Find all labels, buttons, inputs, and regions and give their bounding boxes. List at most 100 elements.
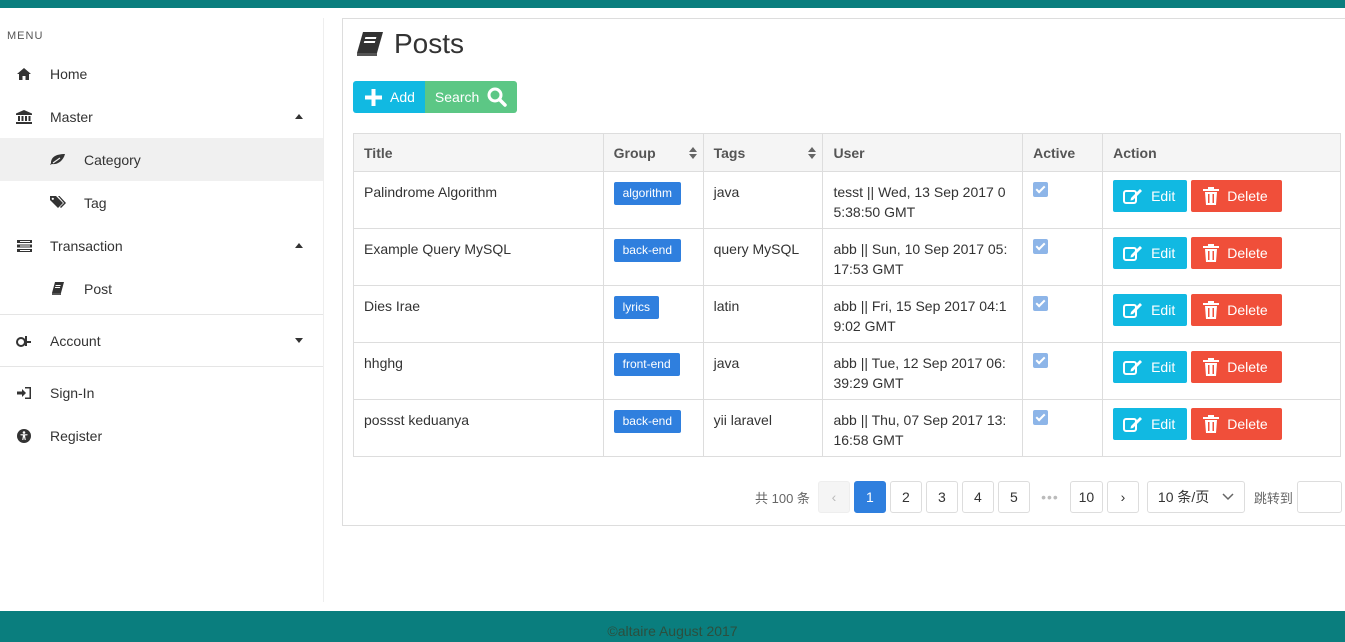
table-header-row: Title Group Tags User Active Action (353, 133, 1341, 172)
posts-panel: Posts Add Search Title Group Tags User A… (342, 18, 1345, 526)
column-header-label: Action (1113, 144, 1157, 161)
table-row: Example Query MySQL back-end query MySQL ab… (353, 228, 1341, 286)
cell-group: algorithm (602, 171, 704, 229)
cell-action: Edit Delete (1102, 171, 1341, 229)
delete-button[interactable]: Delete (1191, 180, 1282, 212)
sidebar-item-label: Category (84, 151, 141, 168)
edit-button[interactable]: Edit (1113, 180, 1188, 212)
sidebar-item-post[interactable]: Post (0, 267, 323, 310)
column-header-label: Title (364, 144, 393, 161)
cell-active (1022, 342, 1104, 400)
cell-action: Edit Delete (1102, 342, 1341, 400)
page-size-select[interactable]: 10 条/页 (1146, 481, 1245, 513)
cell-tags: java (702, 342, 824, 400)
table-row: Dies Irae lyrics latin abb || Fri, 15 Sep 2… (353, 285, 1341, 343)
post-title: possst keduanya (364, 412, 470, 428)
delete-button[interactable]: Delete (1191, 294, 1282, 326)
sidebar-item-tag[interactable]: Tag (0, 181, 323, 224)
active-checkbox[interactable] (1033, 296, 1049, 311)
page-button-10[interactable]: 10 (1069, 481, 1103, 513)
sidebar-item-label: Post (84, 280, 113, 297)
sidebar-item-label: Account (50, 332, 101, 349)
sidebar-item-category[interactable]: Category (0, 138, 323, 181)
active-checkbox[interactable] (1033, 182, 1049, 197)
cell-tags: java (702, 171, 824, 229)
jump-page-input[interactable] (1296, 481, 1342, 513)
sort-icon[interactable] (808, 147, 817, 159)
post-title: hhghg (364, 355, 403, 371)
column-header-group[interactable]: Group (602, 133, 704, 172)
sidebar-item-transaction[interactable]: Transaction (0, 224, 323, 267)
cell-group: front-end (602, 342, 704, 400)
active-checkbox[interactable] (1033, 353, 1049, 368)
delete-button[interactable]: Delete (1191, 351, 1282, 383)
page-button-3[interactable]: 3 (925, 481, 958, 513)
sidebar-item-label: Home (50, 65, 88, 82)
column-header-label: Group (613, 144, 656, 161)
edit-button[interactable]: Edit (1113, 294, 1188, 326)
delete-button[interactable]: Delete (1191, 237, 1282, 269)
pagination: 共 100 条 ‹ 1 2 3 4 5 ••• 10 › 10 条/页 跳转到 (755, 481, 1342, 513)
trash-icon (1203, 415, 1220, 433)
divider (0, 366, 323, 367)
post-user: abb || Sun, 10 Sep 2017 05:17:53 GMT (833, 241, 1008, 277)
post-user: abb || Fri, 15 Sep 2017 04:19:02 GMT (833, 298, 1007, 334)
sidebar-item-home[interactable]: Home (0, 52, 323, 95)
delete-button-label: Delete (1227, 245, 1268, 261)
column-header-tags[interactable]: Tags (702, 133, 824, 172)
account-icon (16, 333, 32, 349)
caret-down-icon (295, 338, 303, 343)
add-button-label: Add (390, 89, 415, 105)
edit-button[interactable]: Edit (1113, 351, 1188, 383)
page-button-1[interactable]: 1 (853, 481, 886, 513)
bank-icon (16, 109, 32, 125)
prev-page-button[interactable]: ‹ (817, 481, 850, 513)
edit-button[interactable]: Edit (1113, 408, 1188, 440)
trash-icon (1203, 244, 1220, 262)
active-checkbox[interactable] (1033, 239, 1049, 254)
post-tags: latin (713, 298, 740, 314)
caret-up-icon (295, 114, 303, 119)
cell-active (1022, 228, 1104, 286)
column-header-action: Action (1102, 133, 1341, 172)
sidebar-item-register[interactable]: Register (0, 414, 323, 457)
sidebar-item-sign-in[interactable]: Sign-In (0, 371, 323, 414)
edit-button-label: Edit (1151, 416, 1176, 432)
home-icon (16, 66, 32, 82)
post-tags: java (713, 184, 740, 200)
top-bar (0, 0, 1345, 8)
pagination-ellipsis[interactable]: ••• (1033, 481, 1066, 513)
cell-active (1022, 285, 1104, 343)
caret-up-icon (295, 243, 303, 248)
pagination-total: 共 100 条 (755, 490, 810, 506)
delete-button-label: Delete (1227, 416, 1268, 432)
footer: ©altaire August 2017 (0, 611, 1345, 642)
delete-button[interactable]: Delete (1191, 408, 1282, 440)
page-button-5[interactable]: 5 (997, 481, 1030, 513)
table-row: possst keduanya back-end yii laravel abb ||… (353, 399, 1341, 457)
search-button[interactable]: Search (424, 81, 518, 113)
post-title: Palindrome Algorithm (364, 184, 498, 200)
page-button-2[interactable]: 2 (889, 481, 922, 513)
next-page-button[interactable]: › (1106, 481, 1139, 513)
page-button-4[interactable]: 4 (961, 481, 994, 513)
sort-icon[interactable] (688, 147, 697, 159)
cell-active (1022, 399, 1104, 457)
search-icon (487, 87, 508, 107)
column-header-active[interactable]: Active (1022, 133, 1104, 172)
sidebar-item-account[interactable]: Account (0, 319, 323, 362)
sidebar-item-label: Tag (84, 194, 107, 211)
group-badge: back-end (613, 410, 681, 433)
sidebar-item-master[interactable]: Master (0, 95, 323, 138)
edit-button-label: Edit (1151, 302, 1176, 318)
add-button[interactable]: Add (353, 81, 425, 113)
chevron-down-icon (1222, 493, 1234, 501)
edit-button[interactable]: Edit (1113, 237, 1188, 269)
cell-title: hhghg (353, 342, 604, 400)
active-checkbox[interactable] (1033, 410, 1049, 425)
group-badge: front-end (613, 353, 680, 376)
column-header-user[interactable]: User (822, 133, 1024, 172)
page-size-value: 10 条/页 (1157, 489, 1210, 505)
search-button-label: Search (434, 89, 480, 105)
column-header-title[interactable]: Title (353, 133, 604, 172)
